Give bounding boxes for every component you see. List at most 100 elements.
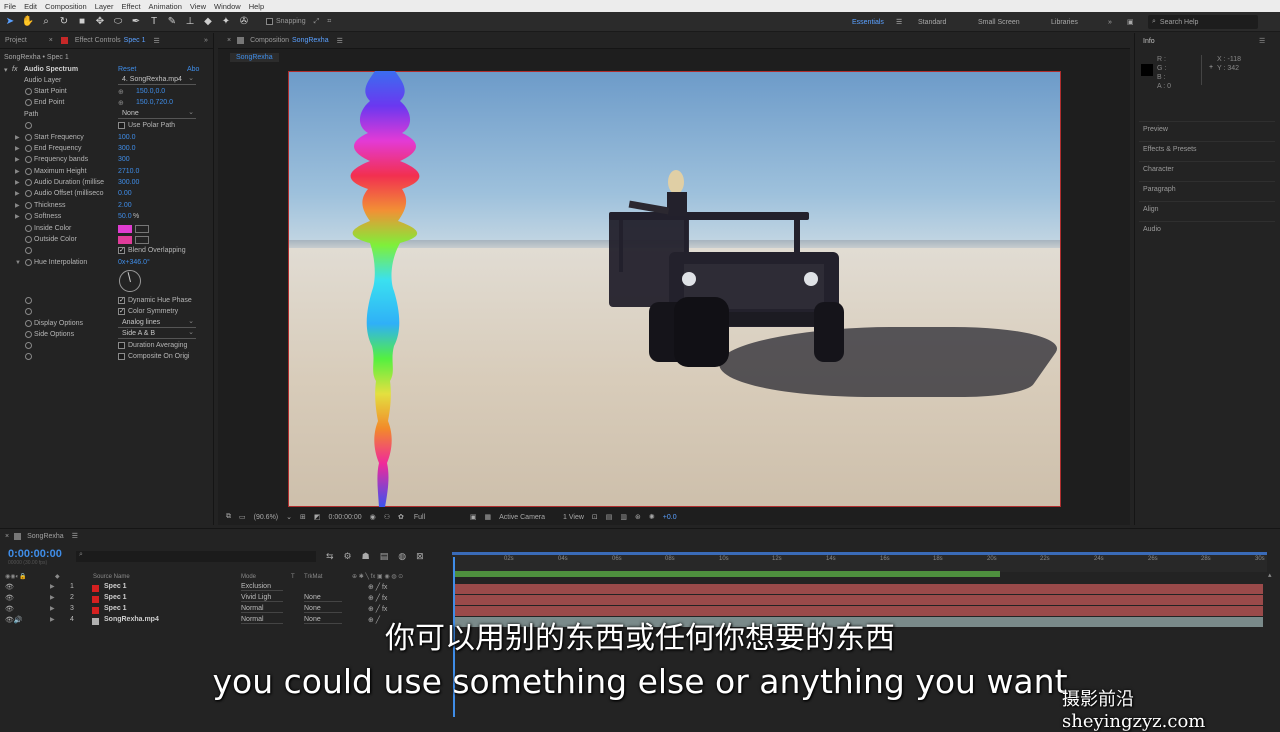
- resolution-dropdown[interactable]: Full: [414, 514, 462, 521]
- info-panel-menu-icon[interactable]: ☰: [1259, 37, 1265, 45]
- shy-layers-icon[interactable]: ☗: [362, 551, 370, 562]
- stopwatch-icon[interactable]: [25, 134, 32, 141]
- audio-offset-value[interactable]: 0.00: [118, 190, 132, 197]
- section-effects-presets[interactable]: Effects & Presets: [1143, 146, 1197, 153]
- workspace-libraries[interactable]: Libraries: [1051, 12, 1078, 32]
- menu-composition[interactable]: Composition: [45, 2, 87, 11]
- layer-mode-dropdown[interactable]: Vivid Ligh: [241, 594, 283, 602]
- hue-angle-dial[interactable]: [119, 270, 141, 292]
- expand-layer-icon[interactable]: ▶: [50, 583, 55, 590]
- stopwatch-icon[interactable]: [25, 247, 32, 254]
- display-options-dropdown[interactable]: Analog lines: [118, 317, 196, 328]
- workspace-menu-icon[interactable]: ☰: [896, 12, 902, 32]
- clone-stamp-tool-icon[interactable]: ⊥: [182, 14, 198, 30]
- layer-name[interactable]: Spec 1: [104, 594, 127, 601]
- layer-label-color[interactable]: [92, 585, 99, 592]
- zoom-level[interactable]: (90.6%): [254, 514, 279, 521]
- color-channel-icon[interactable]: ✿: [398, 513, 404, 521]
- end-point-value[interactable]: 150.0,720.0: [136, 99, 173, 106]
- brush-tool-icon[interactable]: ✎: [164, 14, 180, 30]
- views-dropdown[interactable]: 1 View: [563, 514, 584, 521]
- end-point-stopwatch-icon[interactable]: [25, 99, 32, 106]
- fx-icon[interactable]: fx: [12, 66, 17, 73]
- layer-trkmat-dropdown[interactable]: None: [304, 605, 342, 613]
- zoom-tool-icon[interactable]: ⌕: [38, 14, 54, 30]
- thickness-value[interactable]: 2.00: [118, 202, 132, 209]
- pixel-aspect-icon[interactable]: ▤: [606, 513, 613, 521]
- work-area-bar[interactable]: [452, 552, 1267, 555]
- stopwatch-icon[interactable]: [25, 225, 32, 232]
- menu-animation[interactable]: Animation: [149, 2, 182, 11]
- expand-arrow-icon[interactable]: ▶: [15, 202, 20, 209]
- stopwatch-icon[interactable]: [25, 145, 32, 152]
- region-of-interest-icon[interactable]: ▣: [470, 513, 477, 521]
- start-point-crosshair-icon[interactable]: ⊕: [118, 88, 124, 96]
- section-paragraph[interactable]: Paragraph: [1143, 186, 1176, 193]
- close-timeline-icon[interactable]: ×: [5, 533, 9, 540]
- reset-link[interactable]: Reset: [118, 66, 136, 73]
- snapshot-camera-icon[interactable]: ◉: [370, 513, 376, 521]
- stopwatch-icon[interactable]: [25, 297, 32, 304]
- stopwatch-icon[interactable]: [25, 342, 32, 349]
- end-point-crosshair-icon[interactable]: ⊕: [118, 99, 124, 107]
- selection-tool-icon[interactable]: ➤: [2, 14, 18, 30]
- mode-column[interactable]: Mode: [241, 574, 256, 580]
- roto-brush-tool-icon[interactable]: ✦: [218, 14, 234, 30]
- hue-interpolation-value[interactable]: 0x+346.0°: [118, 259, 150, 266]
- puppet-pin-tool-icon[interactable]: ✇: [236, 14, 252, 30]
- t-column[interactable]: T: [291, 574, 295, 580]
- snap-extend-icon[interactable]: ⌗: [327, 18, 331, 26]
- type-tool-icon[interactable]: T: [146, 14, 162, 30]
- expand-arrow-icon[interactable]: ▶: [15, 179, 20, 186]
- expand-panel-icon[interactable]: »: [204, 37, 208, 44]
- search-help-field[interactable]: ⌕ Search Help: [1148, 15, 1258, 29]
- menu-file[interactable]: File: [4, 2, 16, 11]
- snapping-toggle[interactable]: Snapping ⤢ ⌗: [266, 18, 331, 26]
- eyedropper-icon[interactable]: [135, 224, 149, 233]
- stopwatch-icon[interactable]: [25, 202, 32, 209]
- composition-tab-name[interactable]: SongRexha: [292, 37, 329, 44]
- stopwatch-icon[interactable]: [25, 179, 32, 186]
- stopwatch-icon[interactable]: [25, 259, 32, 266]
- about-link[interactable]: Abo: [187, 66, 199, 73]
- polar-path-stopwatch-icon[interactable]: [25, 122, 32, 129]
- section-audio[interactable]: Audio: [1143, 226, 1161, 233]
- camera-dropdown[interactable]: Active Camera: [499, 514, 545, 521]
- panel-menu-icon[interactable]: ☰: [153, 37, 159, 45]
- workspace-essentials[interactable]: Essentials: [852, 12, 884, 32]
- viewer-timecode[interactable]: 0:00:00:00: [329, 514, 362, 521]
- pan-behind-tool-icon[interactable]: ✥: [92, 14, 108, 30]
- stopwatch-icon[interactable]: [25, 308, 32, 315]
- current-time-display[interactable]: 0:00:00:00: [8, 548, 62, 560]
- draft-3d-icon[interactable]: ▥: [620, 513, 627, 521]
- zoom-dropdown-icon[interactable]: ⌄: [286, 513, 292, 521]
- timeline-comp-name[interactable]: SongRexha: [27, 533, 64, 540]
- time-ruler[interactable]: 02s 04s 06s 08s 10s 12s 14s 16s 18s 20s …: [452, 552, 1267, 572]
- outside-color-swatch[interactable]: [118, 235, 132, 244]
- rotate-tool-icon[interactable]: ↻: [56, 14, 72, 30]
- eraser-tool-icon[interactable]: ◆: [200, 14, 216, 30]
- maximum-height-value[interactable]: 2710.0: [118, 168, 139, 175]
- audio-layer-dropdown[interactable]: 4. SongRexha.mp4: [118, 74, 196, 85]
- pen-tool-icon[interactable]: ✒: [128, 14, 144, 30]
- stopwatch-icon[interactable]: [25, 320, 32, 327]
- trkmat-column[interactable]: TrkMat: [304, 574, 322, 580]
- tab-effect-controls[interactable]: Effect Controls: [75, 37, 121, 44]
- close-comp-tab-icon[interactable]: ×: [227, 37, 231, 44]
- monitor-icon[interactable]: ▭: [239, 513, 246, 521]
- layer-mode-dropdown[interactable]: Normal: [241, 605, 283, 613]
- layer-switches[interactable]: ⊕ ╱ fx: [368, 583, 387, 591]
- use-polar-path-checkbox[interactable]: [118, 122, 125, 129]
- layer-mode-dropdown[interactable]: Exclusion: [241, 583, 283, 591]
- frame-blending-icon[interactable]: ▤: [380, 551, 389, 562]
- stopwatch-icon[interactable]: [25, 168, 32, 175]
- grid-icon[interactable]: ⊞: [300, 513, 306, 521]
- menu-help[interactable]: Help: [249, 2, 264, 11]
- section-align[interactable]: Align: [1143, 206, 1159, 213]
- layer-switches[interactable]: ⊕ ╱ fx: [368, 605, 387, 613]
- source-name-column[interactable]: Source Name: [93, 574, 130, 580]
- stopwatch-icon[interactable]: [25, 353, 32, 360]
- stopwatch-icon[interactable]: [25, 190, 32, 197]
- hand-tool-icon[interactable]: ✋: [20, 14, 36, 30]
- layer-switches[interactable]: ⊕ ╱ fx: [368, 594, 387, 602]
